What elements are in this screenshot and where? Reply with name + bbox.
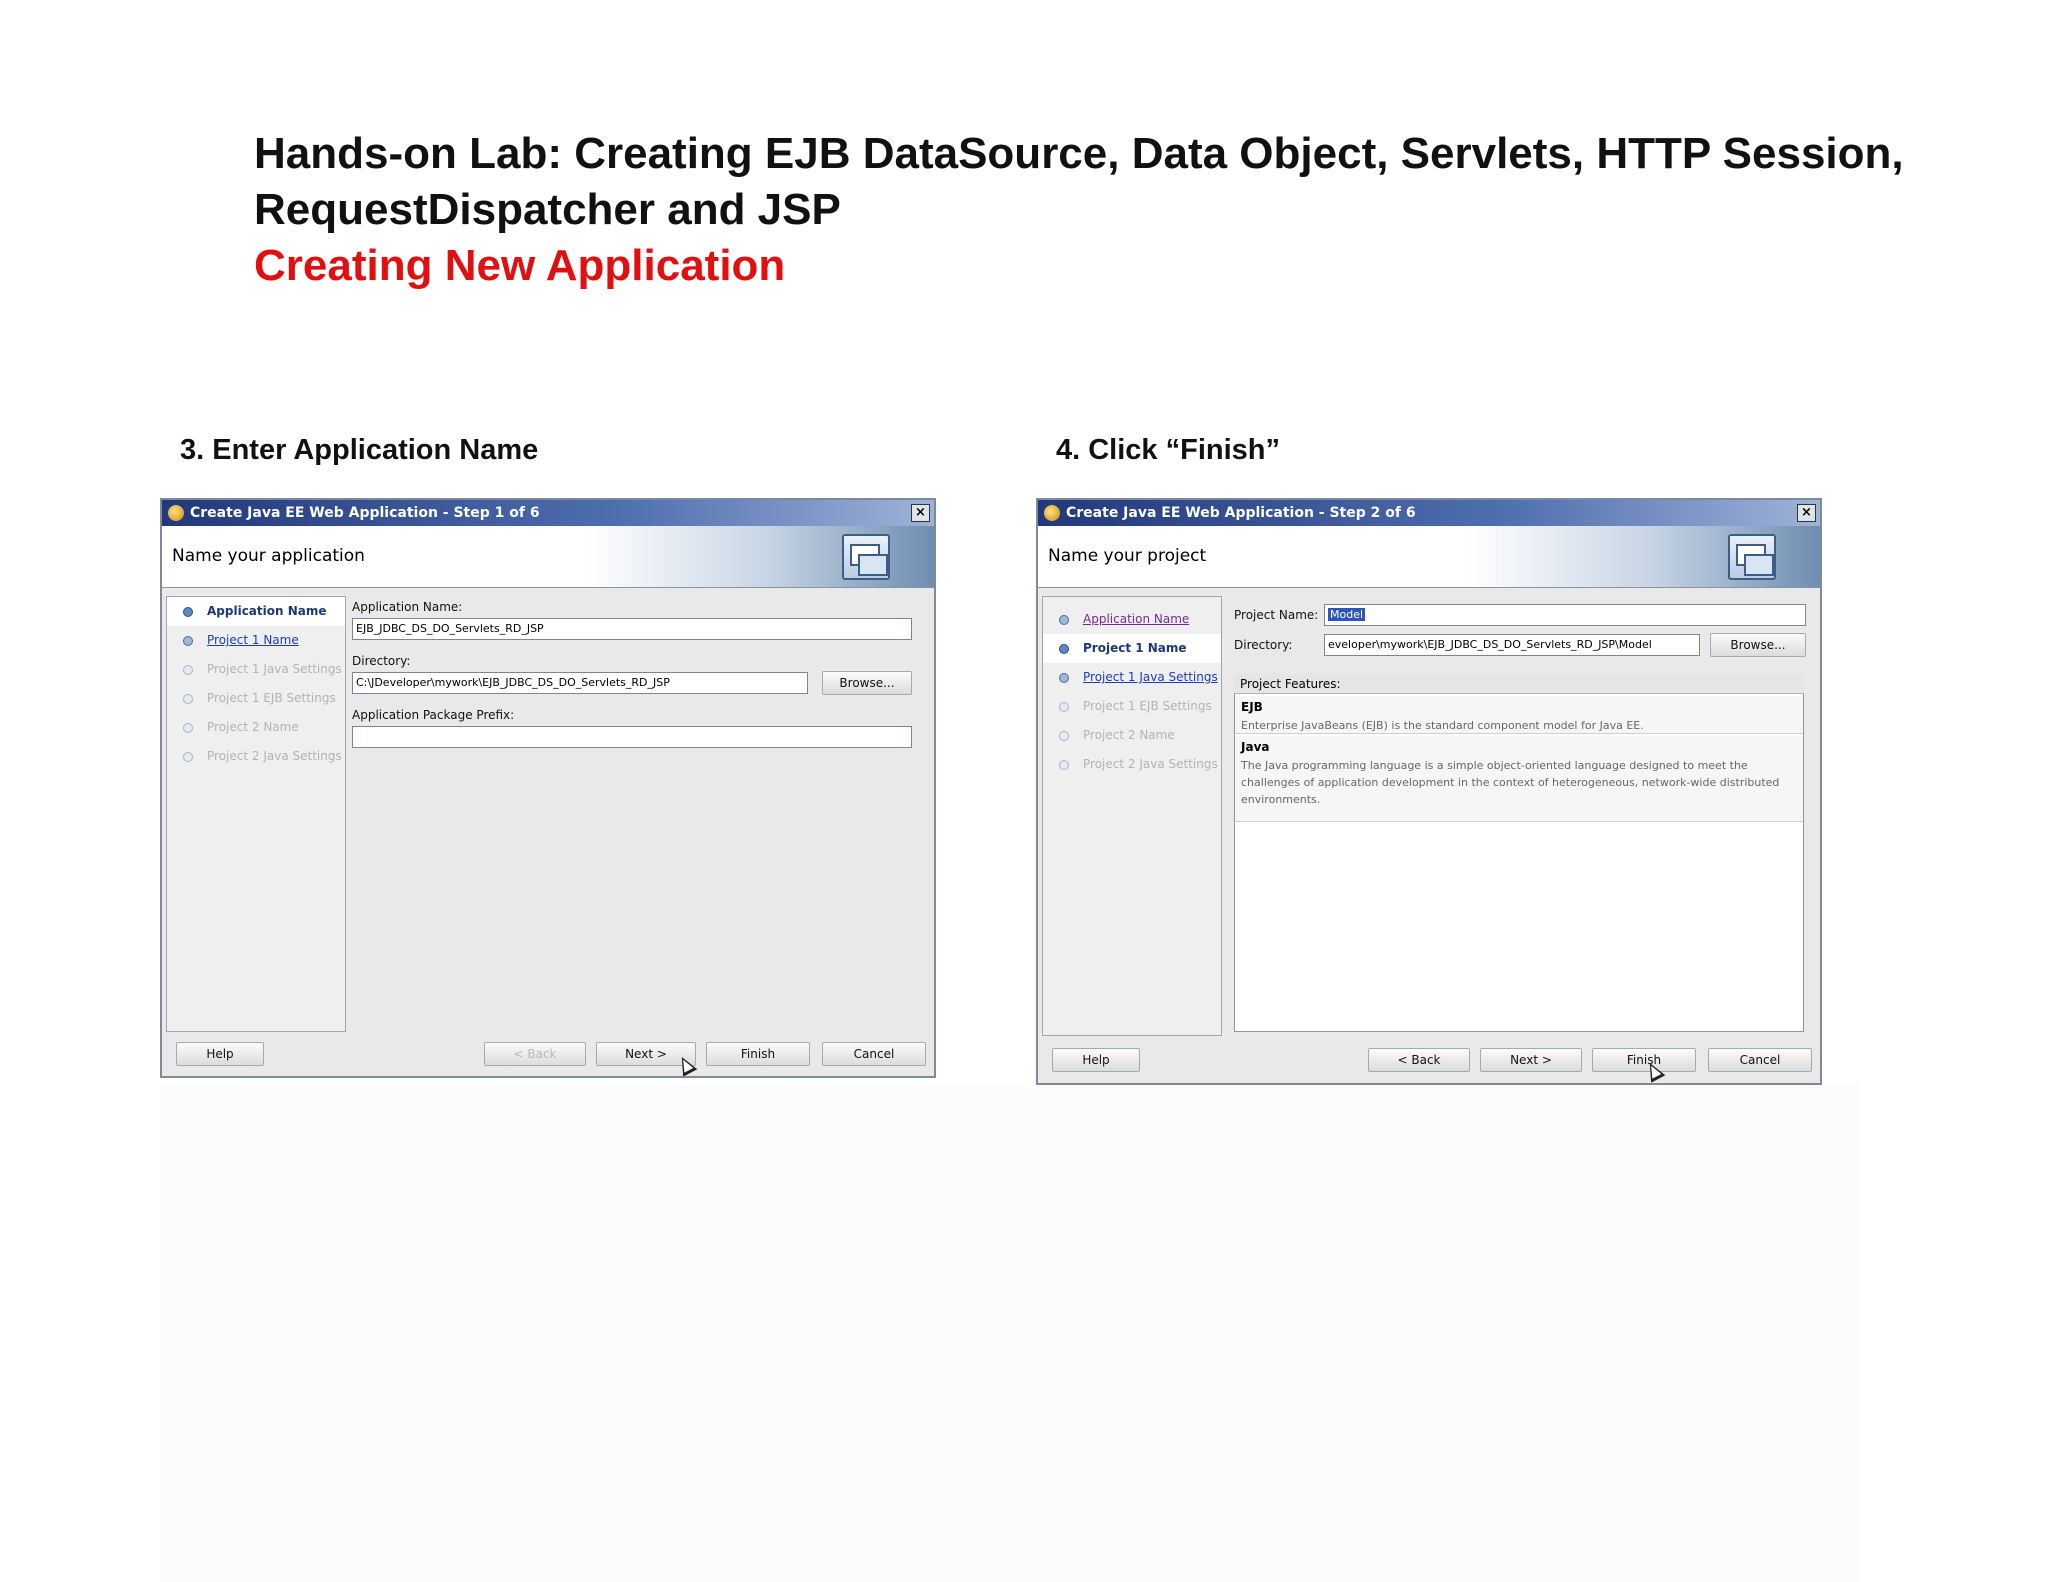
cancel-button[interactable]: Cancel xyxy=(1708,1048,1812,1072)
nav-step-application-name[interactable]: Application Name xyxy=(167,597,345,626)
project-name-label: Project Name: xyxy=(1234,608,1319,622)
app-icon xyxy=(1044,505,1060,521)
wizard-header: Name your project xyxy=(1038,526,1820,588)
step-dot-icon xyxy=(183,607,193,617)
back-button[interactable]: < Back xyxy=(484,1042,586,1066)
nav-step-project2-name: Project 2 Name xyxy=(1043,721,1221,750)
browse-button[interactable]: Browse... xyxy=(1710,633,1806,657)
wizard-windows-icon xyxy=(1728,534,1776,580)
nav-step-label: Project 1 Java Settings xyxy=(1083,670,1218,684)
wizard-steps-nav: Application Name Project 1 Name Project … xyxy=(1042,596,1222,1036)
wizard-steps-nav: Application Name Project 1 Name Project … xyxy=(166,596,346,1032)
nav-step-label: Application Name xyxy=(1083,612,1190,626)
wizard-header-title: Name your project xyxy=(1048,546,1207,566)
step-dot-icon xyxy=(1059,731,1069,741)
nav-step-project1-java[interactable]: Project 1 Java Settings xyxy=(1043,663,1221,692)
feature-item-ejb[interactable]: EJB Enterprise JavaBeans (EJB) is the st… xyxy=(1235,696,1803,734)
nav-step-label: Project 2 Name xyxy=(207,720,299,734)
directory-label: Directory: xyxy=(1234,638,1293,652)
directory-input[interactable]: C:\JDeveloper\mywork\EJB_JDBC_DS_DO_Serv… xyxy=(352,672,808,694)
directory-input[interactable]: eveloper\mywork\EJB_JDBC_DS_DO_Servlets_… xyxy=(1324,634,1700,656)
app-name-input[interactable]: EJB_JDBC_DS_DO_Servlets_RD_JSP xyxy=(352,618,912,640)
feature-description: Enterprise JavaBeans (EJB) is the standa… xyxy=(1241,719,1644,732)
browse-button[interactable]: Browse... xyxy=(822,671,912,695)
wizard-form: Project Name: Model Directory: eveloper\… xyxy=(1226,596,1816,1036)
nav-step-application-name[interactable]: Application Name xyxy=(1043,605,1221,634)
wizard-header-title: Name your application xyxy=(172,546,365,566)
nav-step-project1-ejb: Project 1 EJB Settings xyxy=(1043,692,1221,721)
feature-title: Java xyxy=(1241,740,1270,754)
nav-step-project2-java: Project 2 Java Settings xyxy=(167,742,345,771)
app-name-label: Application Name: xyxy=(352,600,463,614)
project-name-value: Model xyxy=(1328,608,1366,621)
page-background-area xyxy=(160,1085,1860,1582)
package-prefix-label: Application Package Prefix: xyxy=(352,708,515,722)
step-dot-icon xyxy=(1059,673,1069,683)
wizard-header: Name your application xyxy=(162,526,934,588)
next-button[interactable]: Next > xyxy=(1480,1048,1582,1072)
nav-step-label: Project 2 Java Settings xyxy=(1083,757,1218,771)
nav-step-project1-name[interactable]: Project 1 Name xyxy=(1043,634,1221,663)
step3-caption: 3. Enter Application Name xyxy=(180,434,539,466)
nav-step-project2-java: Project 2 Java Settings xyxy=(1043,750,1221,779)
dialog-titlebar[interactable]: Create Java EE Web Application - Step 2 … xyxy=(1038,500,1820,526)
package-prefix-input[interactable] xyxy=(352,726,912,748)
dialog-title: Create Java EE Web Application - Step 1 … xyxy=(190,505,540,521)
wizard-windows-icon xyxy=(842,534,890,580)
step-dot-icon xyxy=(183,752,193,762)
step-dot-icon xyxy=(1059,760,1069,770)
project-features-header: Project Features: xyxy=(1234,674,1804,694)
step-dot-icon xyxy=(183,636,193,646)
nav-step-label: Application Name xyxy=(207,604,327,618)
project-name-input[interactable]: Model xyxy=(1324,604,1806,626)
directory-label: Directory: xyxy=(352,654,411,668)
nav-step-label: Project 2 Name xyxy=(1083,728,1175,742)
nav-step-label: Project 1 EJB Settings xyxy=(207,691,336,705)
step-dot-icon xyxy=(183,723,193,733)
step-dot-icon xyxy=(1059,644,1069,654)
nav-step-project1-ejb: Project 1 EJB Settings xyxy=(167,684,345,713)
wizard-form: Application Name: EJB_JDBC_DS_DO_Servlet… xyxy=(352,596,930,1032)
step-dot-icon xyxy=(183,665,193,675)
feature-description: The Java programming language is a simpl… xyxy=(1241,759,1780,806)
create-app-dialog-step1: Create Java EE Web Application - Step 1 … xyxy=(160,498,936,1078)
create-app-dialog-step2: Create Java EE Web Application - Step 2 … xyxy=(1036,498,1822,1085)
nav-step-project1-java: Project 1 Java Settings xyxy=(167,655,345,684)
nav-step-label: Project 1 Name xyxy=(207,633,299,647)
nav-step-project2-name: Project 2 Name xyxy=(167,713,345,742)
feature-item-java[interactable]: Java The Java programming language is a … xyxy=(1235,736,1803,822)
nav-step-label: Project 1 EJB Settings xyxy=(1083,699,1212,713)
app-icon xyxy=(168,505,184,521)
nav-step-label: Project 2 Java Settings xyxy=(207,749,342,763)
help-button[interactable]: Help xyxy=(1052,1048,1140,1072)
step4-caption: 4. Click “Finish” xyxy=(1056,434,1280,466)
close-icon[interactable]: × xyxy=(1797,504,1816,522)
finish-button[interactable]: Finish xyxy=(706,1042,810,1066)
back-button[interactable]: < Back xyxy=(1368,1048,1470,1072)
dialog-titlebar[interactable]: Create Java EE Web Application - Step 1 … xyxy=(162,500,934,526)
step-dot-icon xyxy=(1059,702,1069,712)
dialog-title: Create Java EE Web Application - Step 2 … xyxy=(1066,505,1416,521)
feature-title: EJB xyxy=(1241,700,1263,714)
step-dot-icon xyxy=(183,694,193,704)
cancel-button[interactable]: Cancel xyxy=(822,1042,926,1066)
nav-step-label: Project 1 Java Settings xyxy=(207,662,342,676)
page-subtitle: Creating New Application xyxy=(254,241,786,290)
nav-step-project1-name[interactable]: Project 1 Name xyxy=(167,626,345,655)
help-button[interactable]: Help xyxy=(176,1042,264,1066)
nav-step-label: Project 1 Name xyxy=(1083,641,1187,655)
step-dot-icon xyxy=(1059,615,1069,625)
close-icon[interactable]: × xyxy=(911,504,930,522)
page-title: Hands-on Lab: Creating EJB DataSource, D… xyxy=(254,129,1904,234)
